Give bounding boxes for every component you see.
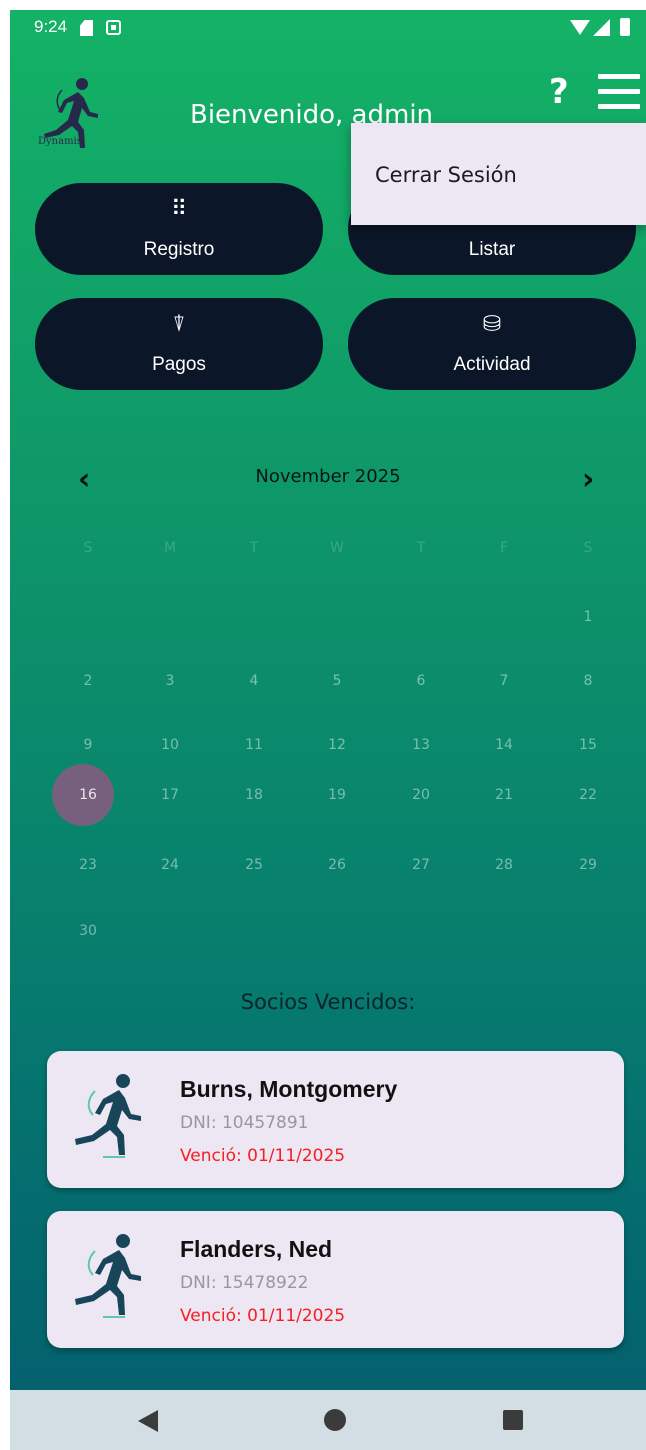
activity-icon: ⛁ xyxy=(482,311,502,336)
calendar-day[interactable]: 18 xyxy=(224,785,284,805)
listar-label: Listar xyxy=(468,239,516,260)
actividad-button[interactable]: ⛁ Actividad xyxy=(348,298,636,390)
registro-button[interactable]: ⠿ Registro xyxy=(35,183,323,275)
logout-menu-item[interactable]: Cerrar Sesión xyxy=(375,163,517,187)
calendar-day[interactable]: 4 xyxy=(224,671,284,691)
weekday-header: M xyxy=(163,540,177,556)
registro-label: Registro xyxy=(143,239,215,260)
help-button[interactable]: ? xyxy=(549,72,569,112)
pagos-label: Pagos xyxy=(152,354,206,375)
calendar-day[interactable]: 14 xyxy=(474,735,534,755)
battery-icon xyxy=(620,18,630,36)
system-nav-bar xyxy=(10,1390,646,1450)
calendar-day[interactable]: 26 xyxy=(307,855,367,875)
calendar-day[interactable]: 7 xyxy=(474,671,534,691)
calendar-day[interactable]: 2 xyxy=(58,671,118,691)
member-dni: DNI: 10457891 xyxy=(180,1113,309,1133)
weekday-header: S xyxy=(83,540,93,556)
calendar-day[interactable]: 22 xyxy=(558,785,618,805)
member-dni: DNI: 15478922 xyxy=(180,1273,309,1293)
hamburger-menu-icon[interactable] xyxy=(596,72,642,112)
status-bar: 9:24 xyxy=(10,10,646,48)
member-name: Burns, Montgomery xyxy=(180,1076,398,1102)
app-screen: 9:24 Dynamis Bienvenido, admin ? ⠿ Regis… xyxy=(10,10,646,1450)
calendar-day[interactable]: 24 xyxy=(140,855,200,875)
calendar-day[interactable]: 10 xyxy=(140,735,200,755)
calendar-day[interactable]: 5 xyxy=(307,671,367,691)
wifi-icon xyxy=(570,20,590,35)
weekday-header: S xyxy=(583,540,593,556)
member-card[interactable]: Flanders, Ned DNI: 15478922 Venció: 01/1… xyxy=(47,1211,624,1348)
weekday-header: T xyxy=(416,540,426,556)
calendar-day[interactable]: 23 xyxy=(58,855,118,875)
calendar-day[interactable]: 8 xyxy=(558,671,618,691)
home-icon[interactable] xyxy=(324,1409,346,1431)
calendar-day[interactable]: 9 xyxy=(58,735,118,755)
back-icon[interactable] xyxy=(138,1410,158,1432)
next-month-button[interactable]: › xyxy=(582,462,594,497)
pagos-button[interactable]: ⍒ Pagos xyxy=(35,298,323,390)
status-time: 9:24 xyxy=(34,17,68,36)
weekday-header: F xyxy=(499,540,509,556)
runner-avatar-icon xyxy=(75,1074,141,1158)
actividad-label: Actividad xyxy=(453,354,531,375)
recent-apps-icon[interactable] xyxy=(503,1410,523,1430)
expired-section-title: Socios Vencidos: xyxy=(240,990,416,1014)
calendar-day[interactable]: 19 xyxy=(307,785,367,805)
calendar-day[interactable]: 15 xyxy=(558,735,618,755)
cell-signal-icon xyxy=(593,19,610,36)
calendar-day[interactable]: 6 xyxy=(391,671,451,691)
calendar-day[interactable]: 30 xyxy=(58,921,118,941)
notification-icon xyxy=(106,20,121,35)
calendar-month-title: November 2025 xyxy=(255,466,401,487)
weekday-header: W xyxy=(330,540,344,556)
member-expiry: Venció: 01/11/2025 xyxy=(180,1146,346,1166)
overflow-menu: Cerrar Sesión xyxy=(351,123,646,225)
calendar-day[interactable]: 27 xyxy=(391,855,451,875)
calendar-day[interactable]: 20 xyxy=(391,785,451,805)
dialpad-icon: ⠿ xyxy=(170,196,188,221)
calendar-day[interactable]: 25 xyxy=(224,855,284,875)
runner-avatar-icon xyxy=(75,1234,141,1318)
calendar-day[interactable]: 17 xyxy=(140,785,200,805)
app-logo xyxy=(44,78,98,148)
sim-card-icon xyxy=(80,20,93,36)
calendar-day[interactable]: 13 xyxy=(391,735,451,755)
logo-text: Dynamis xyxy=(38,136,82,147)
calendar-day[interactable]: 3 xyxy=(140,671,200,691)
weekday-header: T xyxy=(249,540,259,556)
member-expiry: Venció: 01/11/2025 xyxy=(180,1306,346,1326)
calendar-day[interactable]: 29 xyxy=(558,855,618,875)
calendar-day[interactable]: 1 xyxy=(558,607,618,627)
payment-icon: ⍒ xyxy=(172,311,186,336)
calendar-day[interactable]: 16 xyxy=(58,785,118,805)
member-name: Flanders, Ned xyxy=(180,1236,333,1262)
member-card[interactable]: Burns, Montgomery DNI: 10457891 Venció: … xyxy=(47,1051,624,1188)
calendar-day[interactable]: 12 xyxy=(307,735,367,755)
calendar-day[interactable]: 11 xyxy=(224,735,284,755)
calendar-day[interactable]: 28 xyxy=(474,855,534,875)
calendar-day[interactable]: 21 xyxy=(474,785,534,805)
